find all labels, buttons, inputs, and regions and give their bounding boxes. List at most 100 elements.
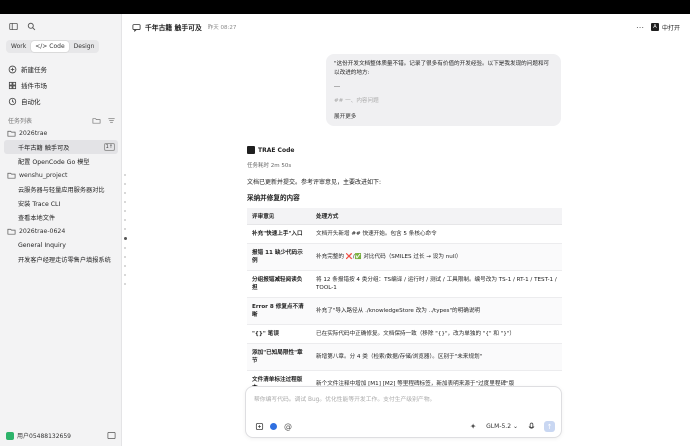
scroll-dot[interactable]	[124, 192, 126, 194]
scroll-dot[interactable]	[124, 201, 126, 203]
mention-icon[interactable]: @	[283, 421, 293, 431]
task-item-ancient-books[interactable]: 千年古籍 触手可及 1↑	[4, 140, 118, 154]
scroll-dot[interactable]	[124, 256, 126, 258]
table-cell: 文档开头新增 ## 快速开始。包含 5 条核心命令	[311, 224, 562, 244]
assistant-brand: TRAE Code	[247, 146, 562, 154]
trae-logo-icon	[247, 146, 255, 154]
task-label: 查看本地文件	[18, 214, 56, 222]
table-header-row: 评审意见 处理方式	[247, 208, 562, 225]
message-composer[interactable]: 帮你编写代码。调试 Bug。优化性能等开发工作。支付生产级别产物。 @ ✦ GL…	[245, 386, 562, 438]
composer-input[interactable]: 帮你编写代码。调试 Bug。优化性能等开发工作。支付生产级别产物。	[254, 394, 435, 403]
table-cell: Error 8 修复点不清晰	[247, 297, 311, 325]
agent-icon[interactable]	[270, 422, 277, 430]
table-cell: 补充完整的 ❌/✅ 对比代码（SMILES 过长 → 设为 null）	[311, 243, 562, 271]
tab-work[interactable]: Work	[7, 41, 30, 52]
response-heading: 采纳并修复的内容	[247, 194, 300, 202]
message-text: "这份开发文档整体质量不错。记录了很多有价值的开发经验。以下是我发现的问题和可以…	[334, 61, 550, 76]
sidebar-item-new-task[interactable]: 新建任务	[6, 61, 116, 77]
sidebar: Work </>Code Design 新建任务 插件市场 自动化 任务列表	[0, 14, 122, 446]
task-item-opencode[interactable]: 配置 OpenCode Go 模型	[4, 154, 118, 168]
scroll-dot[interactable]	[124, 183, 126, 185]
table-cell: 补充"快速上手"入口	[247, 224, 311, 244]
task-badge: 1↑	[103, 143, 115, 151]
folder-label: 2026trae-0624	[19, 227, 66, 235]
sidebar-item-plugins[interactable]: 插件市场	[6, 77, 116, 93]
new-task-icon	[7, 64, 17, 74]
sidebar-toggle-icon[interactable]	[8, 21, 18, 31]
scroll-dot[interactable]	[124, 219, 126, 221]
tab-design-label: Design	[73, 43, 95, 50]
scroll-dot[interactable]	[124, 274, 126, 276]
table-cell: 已在实际代码中正确修复。文档保持一致（移除 "{}"，改为单独的 "{" 和 "…	[311, 324, 562, 344]
attachment-icon[interactable]	[254, 421, 264, 431]
expand-more-button[interactable]: 展开更多	[334, 113, 357, 122]
tab-design[interactable]: Design	[70, 41, 99, 52]
scroll-dot[interactable]	[124, 247, 126, 249]
mode-tabs: Work </> Code Design	[6, 40, 100, 53]
column-header: 处理方式	[311, 208, 562, 225]
header-actions: ⋯ A 中打开	[635, 22, 680, 32]
composer-actions: ✦ GLM-5.2 ⌄ ↑	[468, 421, 555, 432]
folder-icon	[6, 170, 16, 180]
user-name: 用户05488132659	[17, 433, 71, 440]
avatar	[6, 431, 14, 440]
sidebar-item-label: 插件市场	[21, 82, 47, 90]
table-cell: 添加"已知局限性"章节	[247, 343, 311, 371]
table-row: 补充"快速上手"入口 文档开头新增 ## 快速开始。包含 5 条核心命令	[247, 224, 562, 244]
task-label: 配置 OpenCode Go 模型	[18, 158, 90, 166]
folder-2026trae-0624[interactable]: 2026trae-0624	[4, 224, 118, 238]
table-cell: "{}" 笔误	[247, 324, 311, 344]
message-text: ---	[334, 84, 341, 90]
sidebar-toolbar	[8, 21, 36, 31]
microphone-icon[interactable]	[526, 422, 536, 432]
task-item-trace-cli[interactable]: 安装 Trace CLI	[4, 196, 118, 210]
scroll-dot[interactable]	[124, 283, 126, 285]
tab-code[interactable]: </> Code	[31, 41, 69, 52]
user-message-bubble: "这份开发文档整体质量不错。记录了很多有价值的开发经验。以下是我发现的问题和可以…	[326, 54, 561, 126]
column-header: 评审意见	[247, 208, 311, 225]
scroll-indicator[interactable]	[124, 174, 128, 292]
task-item-local-files[interactable]: 查看本地文件	[4, 210, 118, 224]
model-selector[interactable]: GLM-5.2 ⌄	[486, 423, 518, 430]
scroll-dot[interactable]	[124, 174, 126, 176]
open-in-label: 中打开	[661, 24, 680, 32]
more-icon[interactable]: ⋯	[635, 22, 645, 32]
table-row: 报错 11 缺少代码示例 补充完整的 ❌/✅ 对比代码（SMILES 过长 → …	[247, 243, 562, 271]
task-list-title: 任务列表	[8, 117, 33, 125]
automation-icon	[7, 96, 17, 106]
task-header: 千年古籍 触手可及 昨天 08:27 ⋯ A 中打开	[122, 14, 690, 40]
plugin-icon	[7, 80, 17, 90]
table-row: 分组报错减轻阅读负担 将 12 条报错按 4 类分组：TS编译 / 运行时 / …	[247, 270, 562, 298]
table-cell: 补充了"导入路径从 ./knowledgeStore 改为 ../types"的…	[311, 297, 562, 325]
app-icon: A	[650, 23, 659, 31]
response-intro: 文档已更新并提交。参考评审意见，主要改进如下:	[247, 179, 382, 186]
scroll-dot[interactable]	[124, 228, 126, 230]
scroll-dot[interactable]	[124, 210, 126, 212]
task-label: 开发客户经理走访零售户填报系统	[18, 256, 111, 264]
task-item-retail-system[interactable]: 开发客户经理走访零售户填报系统	[4, 252, 118, 266]
folder-2026trae[interactable]: 2026trae	[4, 126, 118, 140]
chevron-down-icon: ⌄	[512, 423, 518, 430]
folder-icon	[6, 128, 16, 138]
settings-icon[interactable]	[106, 430, 116, 440]
open-in-button[interactable]: A 中打开	[650, 23, 680, 32]
scroll-dot[interactable]	[124, 265, 126, 267]
folder-wenshu-project[interactable]: wenshu_project	[4, 168, 118, 182]
tab-code-label: Code	[49, 43, 65, 50]
filter-icon[interactable]	[106, 115, 116, 125]
task-item-general-inquiry[interactable]: General Inquiry	[4, 238, 118, 252]
sidebar-item-automation[interactable]: 自动化	[6, 93, 116, 109]
task-label: 云服务器与轻量应用服务器对比	[18, 186, 105, 194]
user-profile[interactable]: 用户05488132659	[6, 431, 71, 440]
message-text: ## 一、内容问题	[334, 98, 379, 104]
table-row: "{}" 笔误 已在实际代码中正确修复。文档保持一致（移除 "{}"，改为单独的…	[247, 324, 562, 344]
table-cell: 分组报错减轻阅读负担	[247, 270, 311, 298]
task-list-header: 任务列表	[8, 115, 116, 125]
scroll-dot-active[interactable]	[124, 237, 127, 240]
send-button[interactable]: ↑	[544, 421, 555, 432]
chat-icon	[131, 22, 141, 32]
sparkle-icon[interactable]: ✦	[468, 422, 478, 432]
search-icon[interactable]	[26, 21, 36, 31]
new-folder-icon[interactable]	[91, 115, 101, 125]
task-item-cloud-server[interactable]: 云服务器与轻量应用服务器对比	[4, 182, 118, 196]
